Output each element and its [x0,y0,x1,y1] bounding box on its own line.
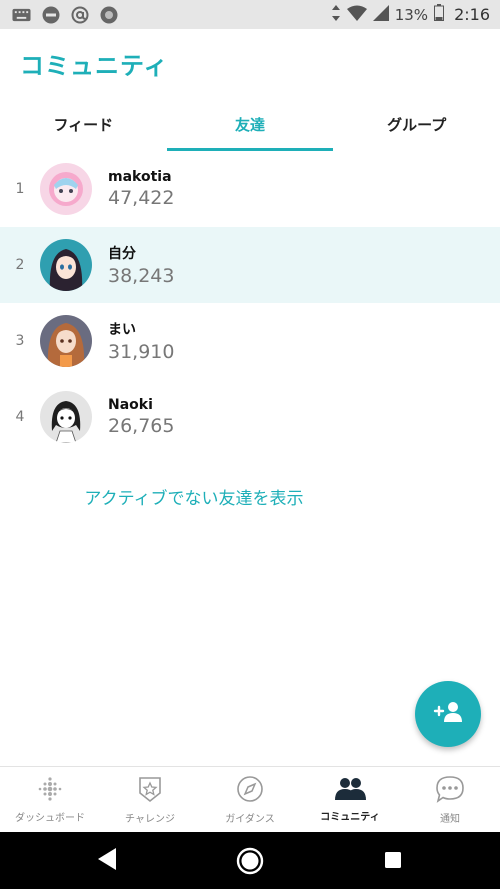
bottom-nav: ダッシュボード チャレンジ ガイダンス コミュニティ 通知 [0,766,500,832]
add-friend-icon [433,701,463,727]
avatar[interactable] [40,163,92,215]
chat-bubble-icon [435,775,465,807]
back-icon[interactable] [96,846,118,876]
nav-label: ガイダンス [225,813,275,825]
rank-number: 3 [15,333,25,349]
battery-icon [434,4,445,25]
tab-friends[interactable]: 友達 [166,97,334,151]
list-item[interactable]: 1 makotia 47,422 [0,151,500,227]
status-bar: 13% 2:16 [0,0,500,29]
app-header: コミュニティ フィード 友達 グループ [0,29,500,151]
data-arrows-icon [331,4,341,25]
tab-groups[interactable]: グループ [333,97,500,151]
page-title: コミュニティ [20,52,169,80]
clock: 2:16 [454,5,490,24]
nav-notifications[interactable]: 通知 [400,767,500,832]
list-item[interactable]: 4 Naoki 26,765 [0,379,500,455]
rank-number: 2 [15,257,25,273]
home-icon[interactable] [236,847,264,879]
tab-feed[interactable]: フィード [0,97,167,151]
list-item[interactable]: 3 まい 31,910 [0,303,500,379]
compass-icon [236,775,264,807]
wifi-icon [346,5,367,25]
nav-challenges[interactable]: チャレンジ [100,767,200,832]
system-nav-bar [0,832,500,889]
rank-number: 4 [15,409,25,425]
friend-name: まい [108,322,136,338]
nav-label: チャレンジ [125,813,175,825]
list-item[interactable]: 2 自分 38,243 [0,227,500,303]
keyboard-icon [12,5,31,24]
nav-label: ダッシュボード [15,812,85,824]
show-inactive-friends-link[interactable]: アクティブでない友達を表示 [0,484,500,509]
step-count: 47,422 [108,187,175,209]
friend-name: makotia [108,169,172,185]
nav-label: コミュニティ [320,811,380,823]
signal-icon [372,4,389,25]
recents-icon[interactable] [384,851,402,873]
avatar[interactable] [40,315,92,367]
community-icon [333,777,367,805]
friends-leaderboard: 1 makotia 47,422 2 自分 38,243 3 まい 31,910… [0,151,500,455]
nav-dashboard[interactable]: ダッシュボード [0,767,100,832]
step-count: 31,910 [108,341,175,363]
step-count: 38,243 [108,265,175,287]
friend-name: 自分 [108,246,136,262]
rank-number: 1 [15,181,25,197]
avatar[interactable] [40,391,92,443]
nav-guidance[interactable]: ガイダンス [200,767,300,832]
nav-community[interactable]: コミュニティ [300,767,400,832]
friend-name: Naoki [108,397,153,413]
step-count: 26,765 [108,415,175,437]
tab-bar: フィード 友達 グループ [0,97,500,151]
record-icon [99,5,118,24]
battery-percent: 13% [394,5,429,24]
avatar[interactable] [40,239,92,291]
challenge-star-icon [136,775,164,807]
dnd-icon [41,5,60,24]
dashboard-dots-icon [37,776,63,806]
at-icon [70,5,89,24]
add-friend-button[interactable] [415,681,481,747]
nav-label: 通知 [440,813,460,825]
